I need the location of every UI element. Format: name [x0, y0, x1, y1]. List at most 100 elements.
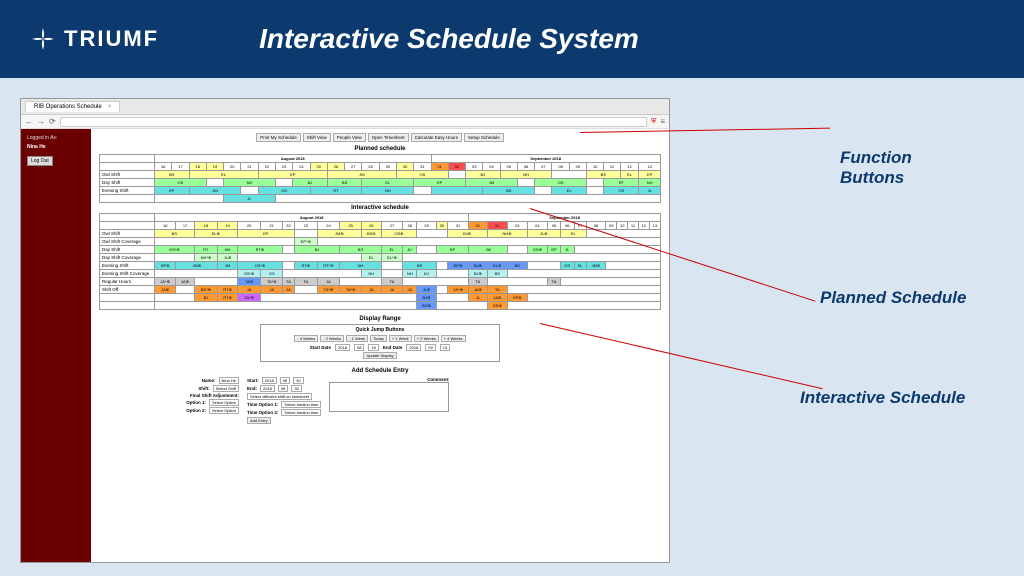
shift-cell[interactable]: EP*⊕ — [294, 238, 317, 246]
logout-button[interactable]: Log Out — [27, 156, 53, 166]
shift-cell[interactable]: BJ — [417, 270, 437, 278]
shift-cell[interactable]: BJ⊕ — [447, 230, 487, 238]
shift-cell[interactable]: JA⊕ — [469, 286, 487, 294]
shift-cell[interactable] — [436, 262, 447, 270]
shift-cell[interactable] — [194, 278, 237, 286]
shift-cell[interactable]: NH — [403, 270, 417, 278]
shift-cell[interactable]: EP — [639, 171, 661, 179]
shield-icon[interactable]: ⛨ — [651, 118, 656, 126]
shift-cell[interactable]: JA — [261, 286, 283, 294]
shift-cell[interactable] — [317, 238, 660, 246]
shift-cell[interactable]: JM⊕ — [176, 262, 218, 270]
shift-cell[interactable]: OS*⊕ — [155, 246, 195, 254]
shift-cell[interactable]: EL — [362, 254, 382, 262]
shift-cell[interactable] — [283, 246, 295, 254]
shift-cell[interactable]: BS — [155, 230, 195, 238]
shift-cell[interactable]: NH — [224, 179, 276, 187]
shift-cell[interactable] — [155, 195, 224, 203]
shift-cell[interactable]: BJ⊕ — [417, 294, 437, 302]
shift-cell[interactable]: OS — [261, 270, 283, 278]
shift-cell[interactable]: JA — [283, 286, 295, 294]
shift-cell[interactable] — [381, 262, 403, 270]
quick-jump-1[interactable]: - 2 Weeks — [320, 335, 344, 342]
shift-cell[interactable]: JL⊕ — [218, 254, 237, 262]
shift-cell[interactable] — [587, 179, 604, 187]
shift-cell[interactable] — [155, 270, 238, 278]
shift-cell[interactable]: BS — [487, 270, 508, 278]
shift-cell[interactable] — [155, 238, 295, 246]
fn-button-5[interactable]: Setup Schedule — [464, 133, 504, 142]
reload-icon[interactable]: ⟳ — [49, 117, 56, 126]
shift-cell[interactable]: BS — [508, 262, 528, 270]
shift-cell[interactable]: JA⊕ — [155, 286, 176, 294]
shift-cell[interactable] — [275, 179, 292, 187]
shift-cell[interactable]: RT⊕ — [218, 286, 237, 294]
shift-cell[interactable]: OS*⊕ — [237, 270, 261, 278]
shift-cell[interactable]: TA — [294, 278, 317, 286]
shift-cell[interactable]: JM — [469, 246, 508, 254]
shift-cell[interactable] — [527, 294, 660, 302]
shift-cell[interactable] — [527, 262, 560, 270]
quick-jump-2[interactable]: - 1 Week — [346, 335, 368, 342]
shift-cell[interactable] — [436, 270, 468, 278]
shift-cell[interactable] — [206, 179, 223, 187]
shift-cell[interactable]: NH — [362, 270, 382, 278]
quick-jump-0[interactable]: - 4 Weeks — [294, 335, 318, 342]
shift-cell[interactable]: NH — [500, 171, 552, 179]
shift-cell[interactable]: EL — [189, 171, 258, 179]
shift-cell[interactable]: TA⊕ — [237, 278, 261, 286]
shift-cell[interactable]: JL — [560, 246, 574, 254]
shift-cell[interactable]: OS — [560, 262, 574, 270]
shift-cell[interactable]: TA*⊕ — [237, 294, 261, 302]
shift-cell[interactable]: EL*⊕ — [381, 254, 403, 262]
shift-cell[interactable] — [448, 171, 465, 179]
shift-cell[interactable]: EP⊕ — [447, 262, 468, 270]
shift-cell[interactable]: TA*⊕ — [261, 278, 283, 286]
shift-cell[interactable]: BS⊕ — [417, 302, 437, 310]
close-tab-icon[interactable]: × — [108, 104, 112, 110]
shift-cell[interactable] — [237, 254, 361, 262]
shift-cell[interactable]: EL — [552, 187, 587, 195]
quick-jump-3[interactable]: Today — [370, 335, 387, 342]
shift-cell[interactable]: TA*⊕ — [317, 286, 340, 294]
shift-cell[interactable]: EL — [362, 179, 414, 187]
shift-cell[interactable]: JL⊕ — [527, 230, 560, 238]
shift-cell[interactable]: RT*⊕ — [317, 262, 340, 270]
shift-cell[interactable]: EL — [620, 171, 639, 179]
shift-cell[interactable] — [436, 294, 468, 302]
shift-cell[interactable]: EL⊕ — [487, 262, 508, 270]
shift-cell[interactable]: JA⊕ — [176, 278, 194, 286]
shift-cell[interactable]: BS — [340, 246, 381, 254]
back-icon[interactable]: ← — [25, 117, 33, 126]
shift-cell[interactable]: EP — [548, 246, 561, 254]
shift-cell[interactable]: NH — [362, 187, 414, 195]
shift-cell[interactable] — [414, 187, 431, 195]
shift-cell[interactable]: BS — [327, 179, 362, 187]
time-opt2-select[interactable]: Select fraction time — [281, 409, 321, 416]
shift-cell[interactable]: JA⊕ — [487, 294, 508, 302]
shift-cell[interactable]: JL — [639, 187, 661, 195]
shift-cell[interactable]: EL — [574, 262, 586, 270]
fsa-select[interactable]: Select different shift on timesheet — [247, 393, 312, 400]
shift-cell[interactable]: NH⊕ — [487, 230, 527, 238]
shift-cell[interactable]: JA*⊕ — [155, 278, 176, 286]
forward-icon[interactable]: → — [37, 117, 45, 126]
start-day-select[interactable]: 16 — [368, 344, 378, 351]
shift-cell[interactable] — [340, 278, 381, 286]
shift-cell[interactable] — [508, 270, 661, 278]
end-year-select[interactable]: 2018 — [406, 344, 421, 351]
end-month-select[interactable]: 09 — [425, 344, 435, 351]
shift-cell[interactable] — [417, 230, 448, 238]
time-opt1-select[interactable]: Select fraction time — [281, 401, 321, 408]
shift-cell[interactable]: NH*⊕ — [194, 254, 218, 262]
shift-cell[interactable] — [535, 187, 552, 195]
shift-cell[interactable]: JA — [381, 286, 403, 294]
shift-cell[interactable]: BJ⊕ — [469, 262, 487, 270]
shift-cell[interactable]: JM — [218, 262, 237, 270]
shift-cell[interactable]: TA — [469, 278, 487, 286]
shift-cell[interactable]: BJ — [466, 171, 501, 179]
shift-cell[interactable]: OS — [535, 179, 587, 187]
name-select[interactable]: Nina He — [219, 377, 239, 384]
start-year-select[interactable]: 2018 — [335, 344, 350, 351]
shift-cell[interactable] — [606, 262, 661, 270]
